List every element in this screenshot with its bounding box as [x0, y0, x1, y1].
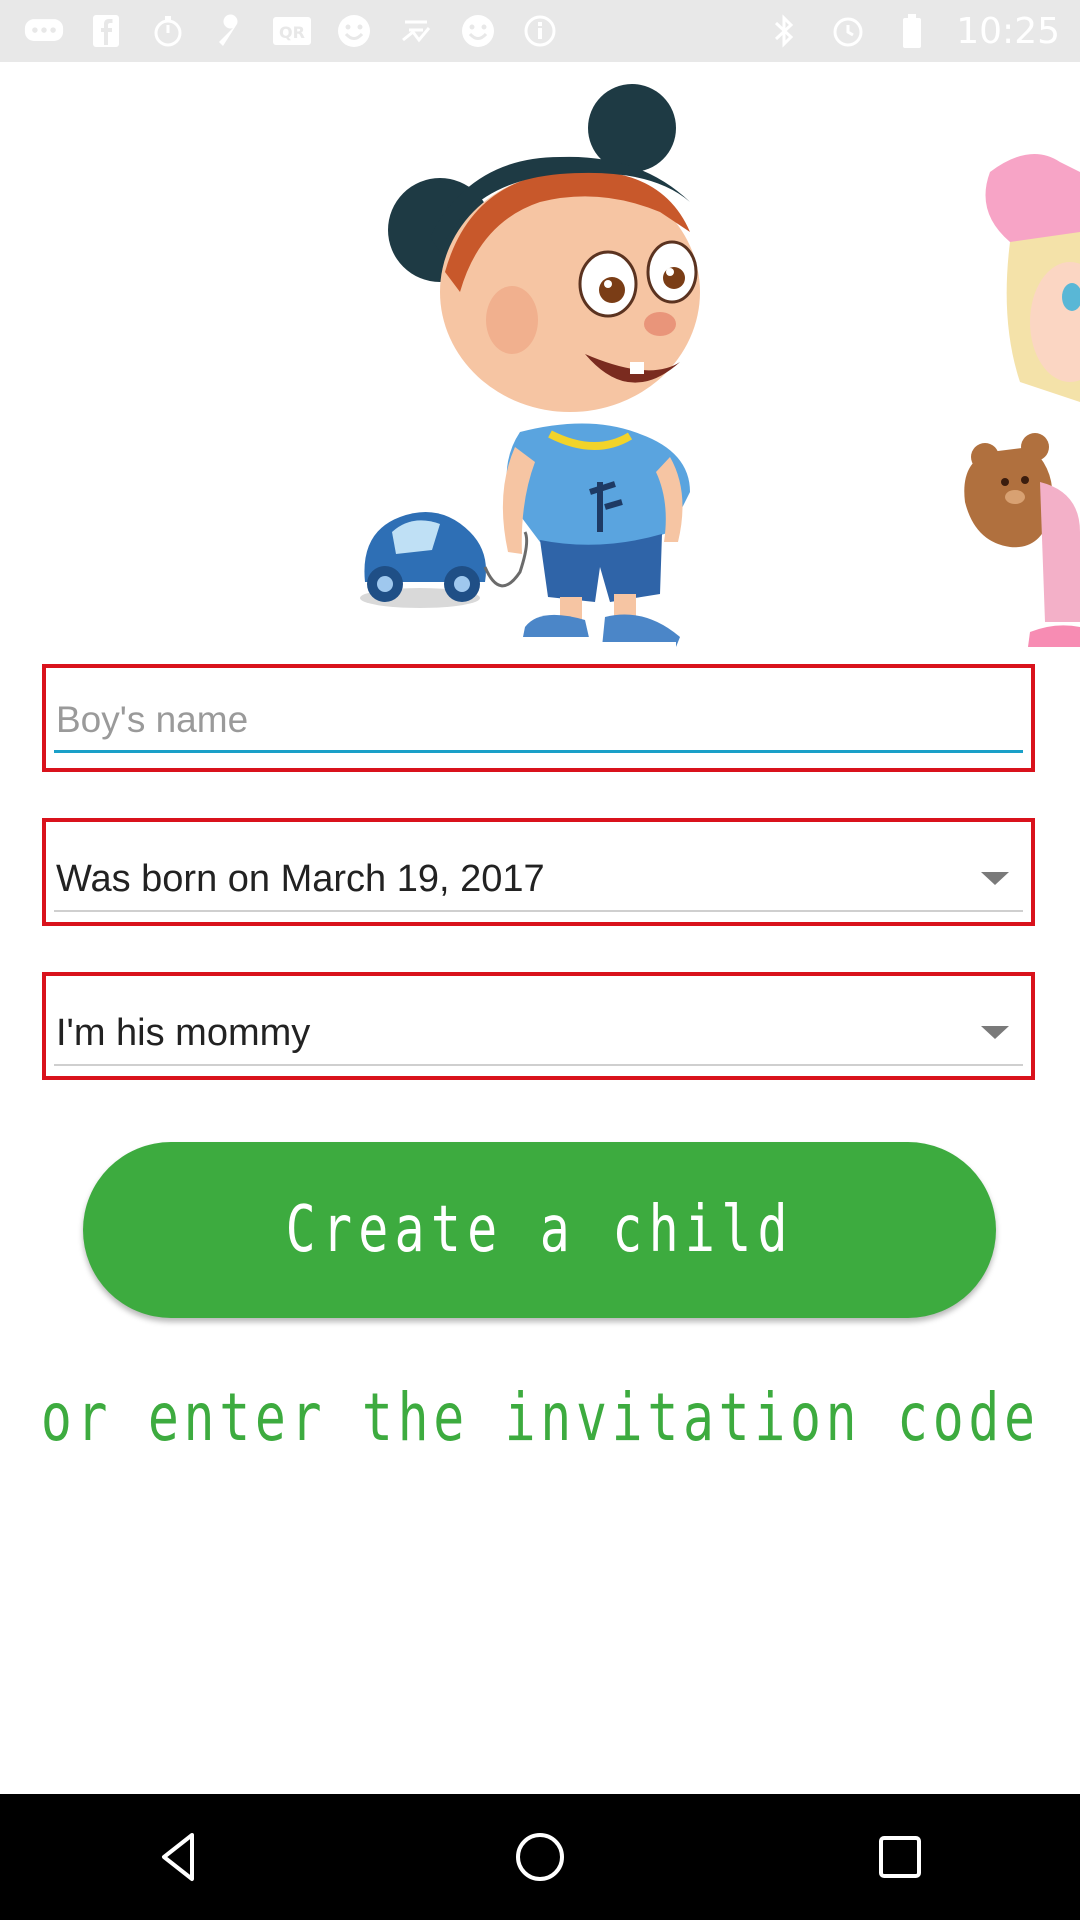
boy-character-illustration: [360, 84, 1080, 648]
recents-button[interactable]: [840, 1802, 960, 1912]
home-icon: [516, 1833, 564, 1881]
toy-car-illustration: [360, 512, 529, 608]
back-button[interactable]: [120, 1802, 240, 1912]
system-icons: 10:25: [764, 11, 1060, 52]
timer-icon: [148, 14, 188, 48]
create-child-label: Create a child: [285, 1193, 794, 1267]
relation-field-box: I'm his mommy: [42, 972, 1035, 1080]
status-bar: QR 10:25: [0, 0, 1080, 62]
character-carousel[interactable]: [0, 62, 1080, 652]
smiley-icon: [458, 14, 498, 48]
wrench-icon: [210, 14, 250, 48]
boys-name-field-inner: [54, 689, 1023, 753]
boys-name-input[interactable]: [54, 689, 1023, 753]
relation-select[interactable]: I'm his mommy: [54, 1004, 1023, 1066]
notification-icons: QR: [24, 14, 560, 48]
facebook-icon: [86, 14, 126, 48]
clock: 10:25: [956, 10, 1060, 52]
back-icon: [162, 1833, 194, 1881]
birth-date-value: Was born on March 19, 2017: [54, 850, 1023, 912]
info-icon: [520, 14, 560, 48]
dropdown-arrow-icon: [981, 872, 1009, 885]
girl-character-illustration: [964, 154, 1080, 647]
invitation-code-label: or enter the invitation code: [40, 1378, 1040, 1456]
alarm-icon: [828, 14, 868, 48]
navigation-bar: [0, 1794, 1080, 1920]
bluetooth-icon: [764, 14, 804, 48]
invitation-code-link[interactable]: or enter the invitation code: [0, 1362, 1080, 1472]
svg-text:QR: QR: [279, 23, 305, 42]
home-button[interactable]: [480, 1802, 600, 1912]
create-child-button[interactable]: Create a child: [83, 1142, 996, 1318]
birth-date-select[interactable]: Was born on March 19, 2017: [54, 850, 1023, 912]
boys-name-field-box: [42, 664, 1035, 772]
app-icon: [396, 14, 436, 48]
qr-icon: QR: [272, 14, 312, 48]
battery-icon: [892, 14, 932, 48]
smiley-icon: [334, 14, 374, 48]
chat-icon: [24, 14, 64, 48]
dropdown-arrow-icon: [981, 1026, 1009, 1039]
recents-icon: [879, 1836, 921, 1878]
relation-value: I'm his mommy: [54, 1004, 1023, 1066]
birth-date-field-box: Was born on March 19, 2017: [42, 818, 1035, 926]
